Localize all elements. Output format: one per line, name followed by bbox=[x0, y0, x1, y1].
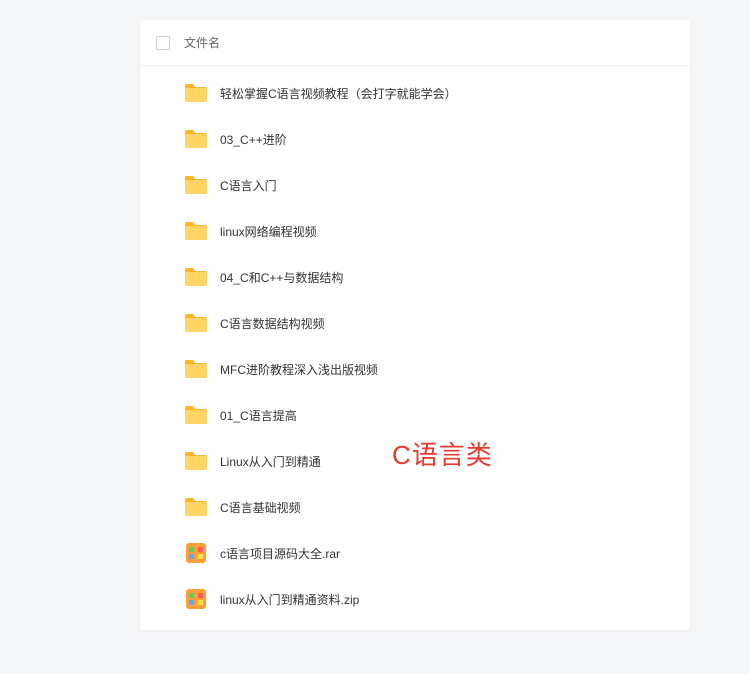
folder-icon bbox=[184, 81, 208, 105]
archive-icon bbox=[184, 541, 208, 565]
file-name: 03_C++进阶 bbox=[220, 131, 287, 148]
table-row[interactable]: C语言入门 bbox=[140, 162, 690, 208]
file-list-panel: 文件名 轻松掌握C语言视频教程（会打字就能学会） 03_C++进阶 C语言入门 lin… bbox=[140, 20, 690, 630]
file-name: C语言基础视频 bbox=[220, 499, 301, 516]
table-row[interactable]: Linux从入门到精通 bbox=[140, 438, 690, 484]
folder-icon bbox=[184, 127, 208, 151]
table-row[interactable]: 03_C++进阶 bbox=[140, 116, 690, 162]
table-row[interactable]: C语言数据结构视频 bbox=[140, 300, 690, 346]
folder-icon bbox=[184, 173, 208, 197]
file-name: Linux从入门到精通 bbox=[220, 453, 321, 470]
file-name: linux从入门到精通资料.zip bbox=[220, 591, 359, 608]
file-name: MFC进阶教程深入浅出版视频 bbox=[220, 361, 378, 378]
folder-icon bbox=[184, 449, 208, 473]
table-row[interactable]: c语言项目源码大全.rar bbox=[140, 530, 690, 576]
file-name: 04_C和C++与数据结构 bbox=[220, 269, 343, 286]
table-row[interactable]: MFC进阶教程深入浅出版视频 bbox=[140, 346, 690, 392]
table-row[interactable]: linux网络编程视频 bbox=[140, 208, 690, 254]
file-name: c语言项目源码大全.rar bbox=[220, 545, 340, 562]
table-row[interactable]: C语言基础视频 bbox=[140, 484, 690, 530]
folder-icon bbox=[184, 311, 208, 335]
table-row[interactable]: linux从入门到精通资料.zip bbox=[140, 576, 690, 622]
file-name: C语言数据结构视频 bbox=[220, 315, 325, 332]
folder-icon bbox=[184, 357, 208, 381]
folder-icon bbox=[184, 403, 208, 427]
file-name: 轻松掌握C语言视频教程（会打字就能学会） bbox=[220, 85, 457, 102]
table-row[interactable]: 01_C语言提高 bbox=[140, 392, 690, 438]
file-name: 01_C语言提高 bbox=[220, 407, 297, 424]
select-all-checkbox[interactable] bbox=[156, 36, 170, 50]
folder-icon bbox=[184, 495, 208, 519]
column-filename-label: 文件名 bbox=[184, 34, 220, 51]
folder-icon bbox=[184, 219, 208, 243]
list-header: 文件名 bbox=[140, 20, 690, 66]
folder-icon bbox=[184, 265, 208, 289]
table-row[interactable]: 轻松掌握C语言视频教程（会打字就能学会） bbox=[140, 70, 690, 116]
table-row[interactable]: 04_C和C++与数据结构 bbox=[140, 254, 690, 300]
file-name: C语言入门 bbox=[220, 177, 277, 194]
archive-icon bbox=[184, 587, 208, 611]
file-list: 轻松掌握C语言视频教程（会打字就能学会） 03_C++进阶 C语言入门 linux网络… bbox=[140, 66, 690, 626]
file-name: linux网络编程视频 bbox=[220, 223, 317, 240]
